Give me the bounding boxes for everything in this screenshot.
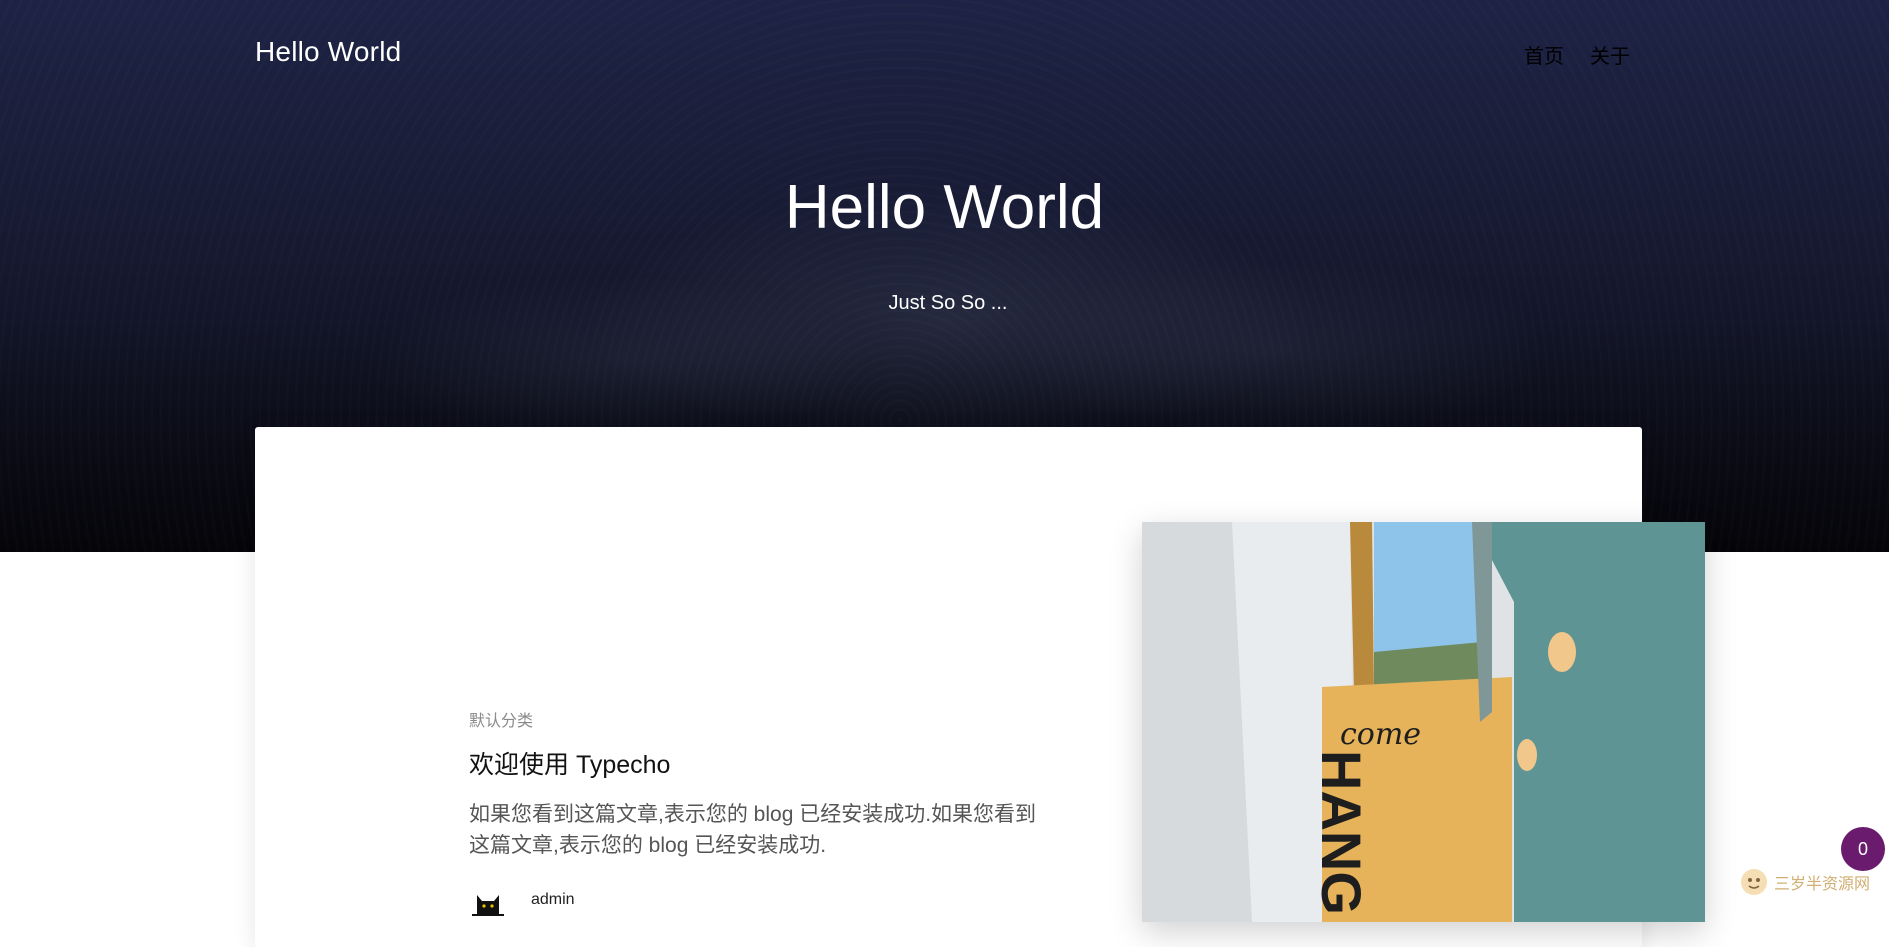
post-excerpt: 如果您看到这篇文章,表示您的 blog 已经安装成功.如果您看到这篇文章,表示您… — [469, 803, 1037, 857]
nav-item-about[interactable]: 关于 — [1590, 40, 1630, 69]
floating-count-button[interactable]: 0 — [1841, 827, 1885, 871]
site-brand[interactable]: Hello World — [255, 36, 401, 68]
post-author: admin — [469, 881, 1054, 919]
watermark: 三岁半资源网 — [1740, 868, 1870, 896]
hero-title: Hello World — [784, 173, 1105, 242]
post-category[interactable]: 默认分类 — [469, 707, 1054, 731]
nav-item-home[interactable]: 首页 — [1524, 40, 1564, 69]
sign-come-text: come — [1340, 717, 1421, 752]
sign-hang-text: HANG — [1310, 750, 1373, 915]
watermark-text: 三岁半资源网 — [1774, 874, 1871, 893]
watermark-logo-icon — [1741, 869, 1767, 895]
author-name[interactable]: admin — [531, 891, 575, 909]
post-title[interactable]: 欢迎使用 Typecho — [469, 745, 1054, 781]
post-thumbnail[interactable]: come HANG — [1142, 522, 1705, 922]
main-nav: 首页 关于 — [1524, 40, 1630, 69]
hero-subtitle: Just So So ... — [888, 292, 1008, 314]
post-summary: 默认分类 欢迎使用 Typecho 如果您看到这篇文章,表示您的 blog 已经… — [469, 707, 1054, 919]
author-avatar-icon — [469, 881, 507, 919]
alley-photo: come HANG — [1142, 522, 1705, 922]
